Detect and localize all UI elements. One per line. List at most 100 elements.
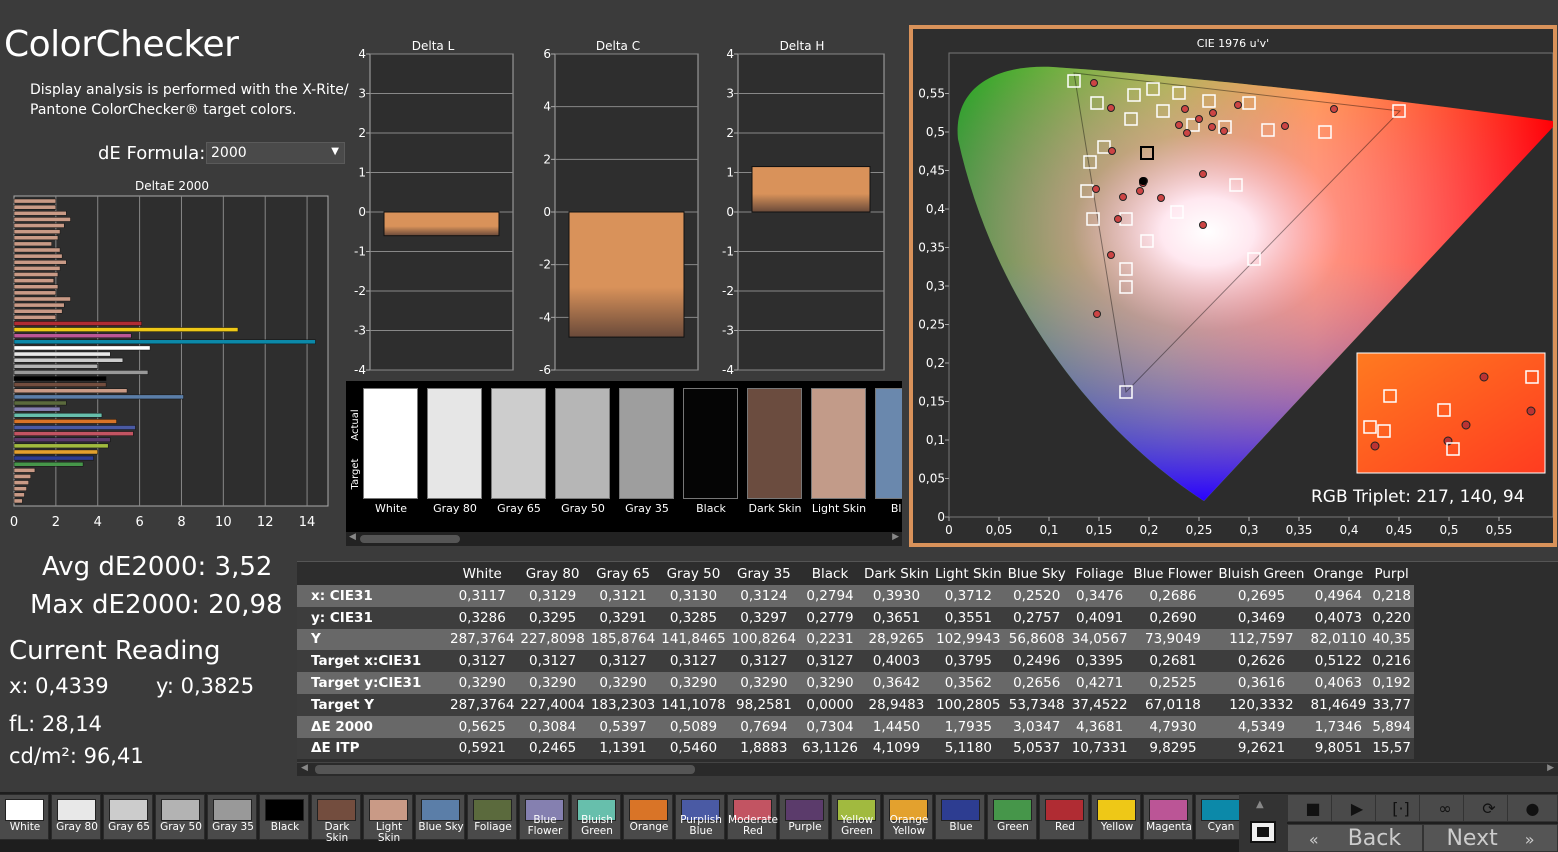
table-cell: 0,3712 bbox=[931, 585, 1005, 607]
table-cell: 0,3297 bbox=[728, 606, 800, 629]
patch-label: Dark Skin bbox=[324, 821, 350, 844]
patch-button-yellow-green[interactable]: Yellow Green bbox=[831, 794, 881, 840]
delta-tick-label: -3 bbox=[354, 324, 366, 338]
deltae-bar bbox=[13, 210, 67, 216]
patch-chip bbox=[421, 799, 460, 821]
table-cell: 0,3290 bbox=[799, 672, 861, 694]
record-icon: ● bbox=[1525, 799, 1540, 818]
patch-button-purple[interactable]: Purple bbox=[779, 794, 829, 840]
inset-measured-marker bbox=[1370, 441, 1380, 451]
patch-chip bbox=[1097, 799, 1136, 821]
patch-button-dark-skin[interactable]: Dark Skin bbox=[311, 794, 361, 844]
swatch-scroll-thumb[interactable] bbox=[360, 535, 460, 543]
measured-marker bbox=[1209, 109, 1217, 117]
patch-button-foliage[interactable]: Foliage bbox=[467, 794, 517, 840]
back-button[interactable]: « Back bbox=[1287, 824, 1423, 852]
record-button[interactable]: ● bbox=[1507, 794, 1558, 822]
next-arrow-icon: » bbox=[1524, 830, 1535, 849]
current-reading-marker bbox=[1139, 177, 1147, 185]
table-cell: 3,0347 bbox=[1004, 715, 1069, 738]
swatch-gray-50 bbox=[555, 388, 610, 499]
table-cell: 0,4271 bbox=[1068, 672, 1131, 694]
measured-marker bbox=[1281, 122, 1289, 130]
patch-button-purplish-blue[interactable]: Purplish Blue bbox=[675, 794, 725, 840]
table-cell: 0,3290 bbox=[728, 672, 800, 694]
table-cell: 0,3290 bbox=[587, 672, 659, 694]
table-cell: 0,3291 bbox=[587, 606, 659, 629]
patch-button-magenta[interactable]: Magenta bbox=[1143, 794, 1193, 840]
table-row: Target y:CIE31 0,3290 0,3290 0,3290 0,3290 0,… bbox=[297, 672, 1414, 694]
measured-marker bbox=[1183, 129, 1191, 137]
table-cell: 227,4004 bbox=[517, 693, 588, 716]
patch-button-bluish-green[interactable]: Bluish Green bbox=[571, 794, 621, 840]
table-cell: 81,4649 bbox=[1307, 693, 1370, 716]
patch-chip bbox=[369, 799, 408, 821]
deltae-bar bbox=[13, 247, 61, 253]
table-scroll-thumb[interactable] bbox=[315, 765, 695, 774]
deltae-bar bbox=[13, 431, 134, 436]
delta-c-title: Delta C bbox=[596, 39, 640, 53]
measured-marker bbox=[1199, 170, 1207, 178]
table-scrollbar[interactable]: ◀ ▶ bbox=[297, 762, 1558, 776]
patch-button-blue-flower[interactable]: Blue Flower bbox=[519, 794, 569, 840]
patch-button-black[interactable]: Black bbox=[259, 794, 309, 840]
deltae-tick-label: 10 bbox=[215, 515, 232, 530]
cie-y-tick: 0,5 bbox=[926, 125, 945, 139]
delta-c-chart: Delta C 6 4 2 0 -2 -4 -6 bbox=[539, 39, 699, 377]
patch-button-blue[interactable]: Blue bbox=[935, 794, 985, 840]
capture-button[interactable]: ▲ bbox=[1239, 794, 1287, 852]
patch-button-green[interactable]: Green bbox=[987, 794, 1037, 840]
patch-button-white[interactable]: White bbox=[0, 794, 49, 840]
patch-button-red[interactable]: Red bbox=[1039, 794, 1089, 840]
swatch-label: Dark Skin bbox=[748, 502, 802, 515]
swatch-label: Blue bbox=[890, 502, 902, 515]
delta-l-chart: Delta L 4 3 2 1 0 -1 -2 -3 -4 bbox=[354, 39, 514, 377]
deltae-bar bbox=[13, 400, 67, 406]
patch-button-light-skin[interactable]: Light Skin bbox=[363, 794, 413, 844]
patch-label: Magenta bbox=[1146, 821, 1192, 833]
deltae-bar bbox=[13, 425, 136, 430]
patch-button-blue-sky[interactable]: Blue Sky bbox=[415, 794, 465, 840]
deltae-bar bbox=[13, 370, 149, 375]
patch-button-gray-80[interactable]: Gray 80 bbox=[51, 794, 101, 840]
table-cell: 63,1126 bbox=[799, 737, 861, 760]
patch-chip bbox=[161, 799, 200, 821]
next-button[interactable]: Next » bbox=[1423, 824, 1558, 852]
cie-x-tick: 0,35 bbox=[1286, 523, 1313, 537]
patch-label: Blue bbox=[949, 821, 973, 833]
delta-tick-label: 0 bbox=[543, 205, 551, 219]
table-row: x: CIE31 0,3117 0,3129 0,3121 0,3130 0,3124 0,… bbox=[297, 585, 1414, 607]
table-cell: 0,3127 bbox=[658, 650, 729, 673]
deltae-bar bbox=[13, 394, 184, 400]
current-fl: fL: 28,14 bbox=[9, 712, 102, 736]
patch-chip bbox=[1045, 799, 1084, 821]
table-cell: 0,0000 bbox=[799, 693, 861, 716]
patch-button-cyan[interactable]: Cyan bbox=[1195, 794, 1245, 840]
patch-button-gray-35[interactable]: Gray 35 bbox=[207, 794, 257, 840]
table-cell: 0,5460 bbox=[658, 737, 729, 760]
table-cell: 0,2757 bbox=[1004, 606, 1069, 629]
table-cell: 0,2779 bbox=[799, 606, 861, 629]
column-header: White bbox=[462, 565, 502, 582]
cie-y-tick: 0,15 bbox=[918, 395, 945, 409]
patch-button-yellow[interactable]: Yellow bbox=[1091, 794, 1141, 840]
formula-select[interactable]: 2000 ▼ bbox=[206, 142, 345, 164]
table-cell: 0,3616 bbox=[1215, 672, 1308, 694]
patch-button-gray-65[interactable]: Gray 65 bbox=[103, 794, 153, 840]
patch-button-moderate-red[interactable]: Moderate Red bbox=[727, 794, 778, 840]
swatch-scrollbar[interactable]: ◀ ▶ bbox=[346, 532, 902, 546]
measured-marker bbox=[1208, 123, 1216, 131]
deltae-bar bbox=[13, 204, 57, 210]
deltae-bar bbox=[13, 223, 65, 228]
avg-de: Avg dE2000: 3,52 bbox=[42, 552, 273, 582]
deltae-bar bbox=[13, 363, 98, 369]
patch-button-orange-yellow[interactable]: Orange Yellow bbox=[883, 794, 933, 840]
table-cell: 5,0537 bbox=[1004, 737, 1069, 760]
patch-button-orange[interactable]: Orange bbox=[623, 794, 673, 840]
measured-marker bbox=[1114, 215, 1122, 223]
page-title: ColorChecker bbox=[4, 24, 239, 65]
patch-label: Bluish Green bbox=[581, 814, 613, 837]
patch-button-gray-50[interactable]: Gray 50 bbox=[155, 794, 205, 840]
table-cell: 5,1180 bbox=[931, 737, 1005, 760]
formula-label: dE Formula: bbox=[98, 143, 206, 164]
